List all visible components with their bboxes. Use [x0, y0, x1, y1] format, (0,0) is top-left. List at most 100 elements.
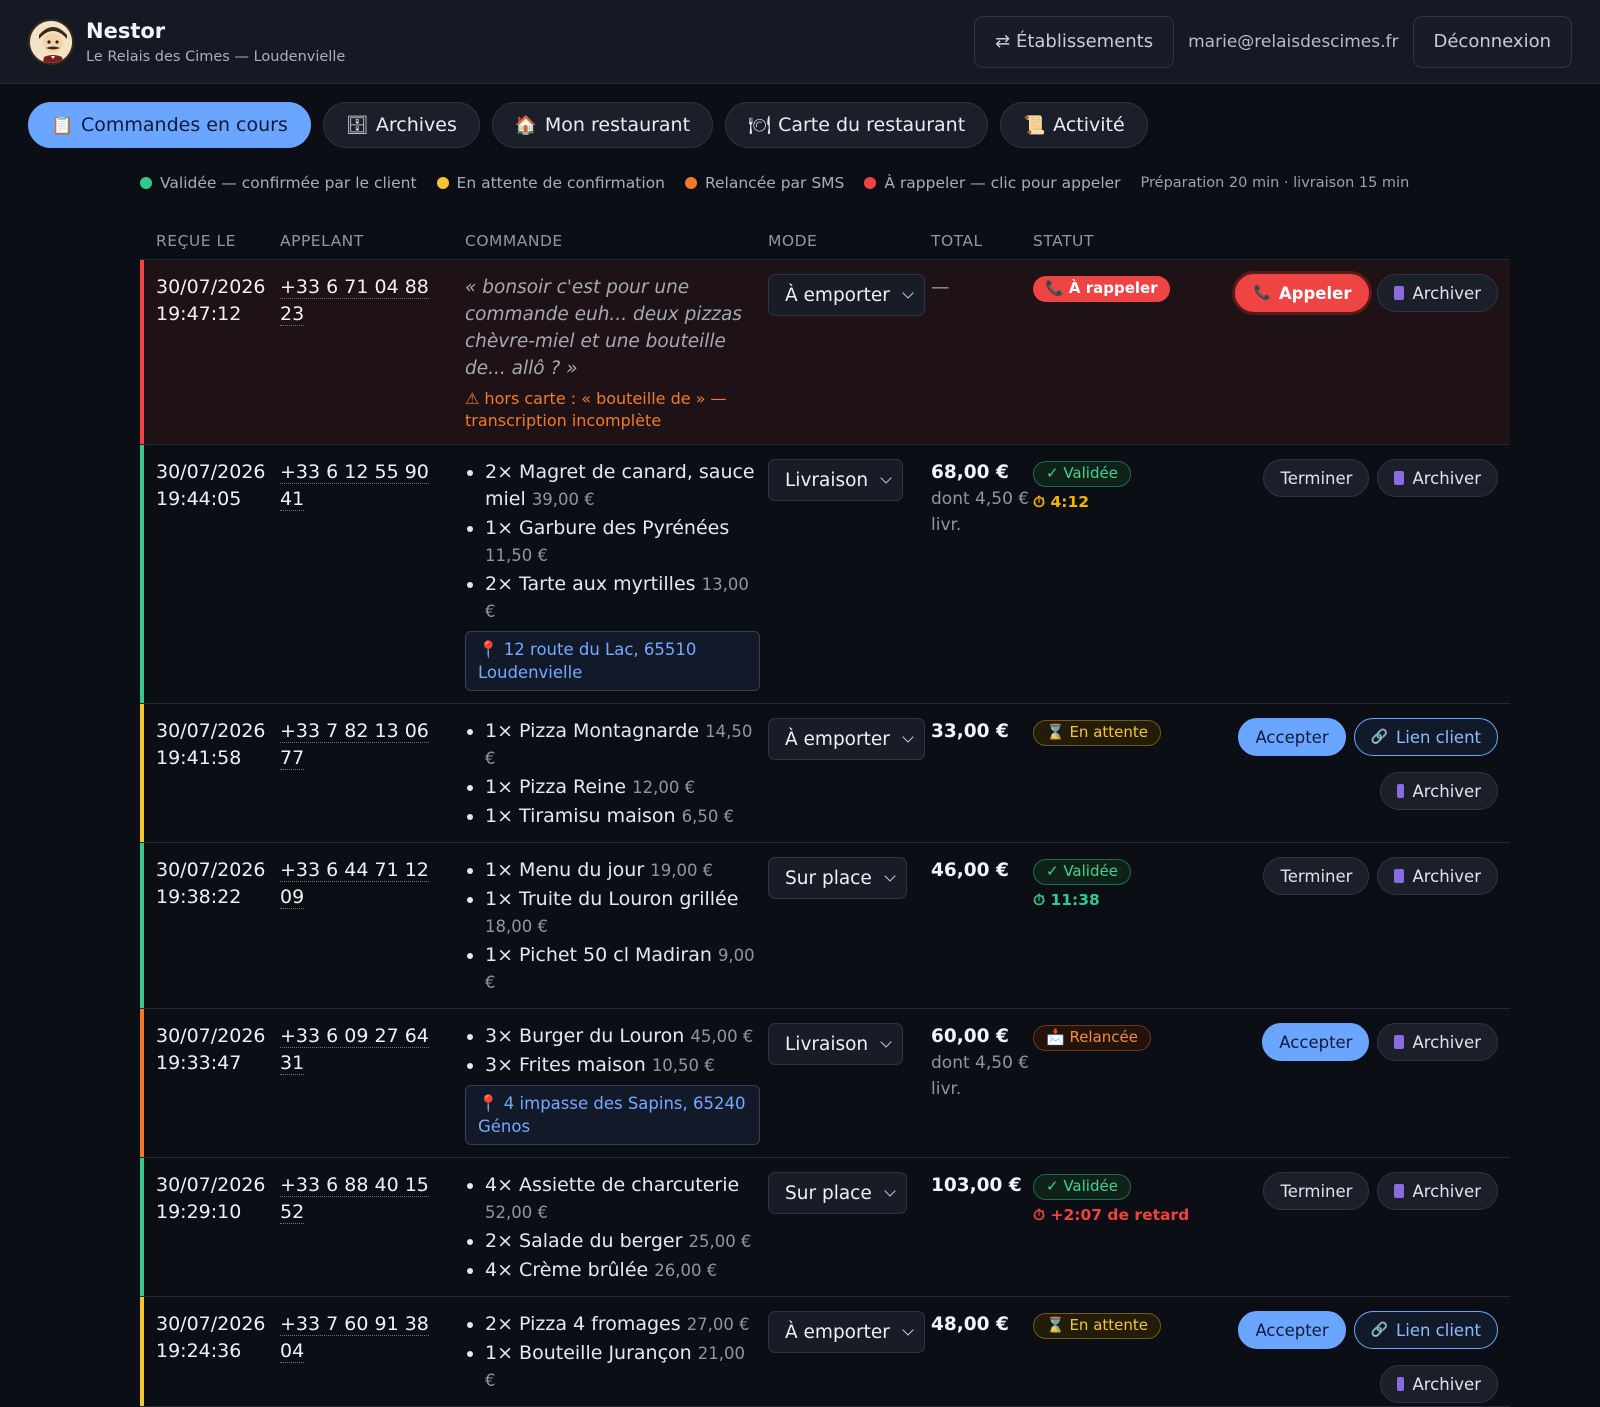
archive-button[interactable]: Archiver: [1377, 857, 1498, 895]
archive-button[interactable]: Archiver: [1377, 1172, 1498, 1210]
archive-button[interactable]: Archiver: [1380, 772, 1498, 810]
total-cell: 46,00 €: [931, 857, 1033, 1008]
tab-label: Archives: [375, 114, 457, 136]
accept-button[interactable]: Accepter: [1238, 1311, 1346, 1349]
mode-value: À emporter: [785, 284, 890, 306]
delivery-address[interactable]: 📍 12 route du Lac, 65510 Loudenvielle: [465, 631, 760, 691]
button-label: Terminer: [1280, 468, 1353, 488]
status-badge: ⌛ En attente: [1033, 719, 1161, 746]
finish-button[interactable]: Terminer: [1263, 459, 1370, 497]
mode-select[interactable]: À emporter: [768, 718, 925, 760]
order-total: 33,00 €: [931, 721, 1009, 742]
button-label: Archiver: [1412, 866, 1481, 886]
table-row: 30/07/2026 19:38:22 +33 6 44 71 12 09 1× Me…: [140, 843, 1510, 1009]
off-menu-warning: ⚠ hors carte : « bouteille de » — transc…: [465, 389, 727, 430]
item-text: 3× Frites maison: [485, 1054, 646, 1076]
mode-value: Sur place: [785, 1182, 872, 1204]
list-item: 2× Magret de canard, sauce miel 39,00 €: [465, 459, 760, 513]
tab-archive[interactable]: 🗄 Archives: [322, 102, 480, 148]
delivery-address[interactable]: 📍 4 impasse des Sapins, 65240 Génos: [465, 1085, 760, 1145]
status-badge: 📩 Relancée: [1033, 1024, 1151, 1051]
delivery-fee: dont 4,50 € livr.: [931, 489, 1030, 535]
received-date: 30/07/2026: [156, 859, 266, 881]
status-cell: ✓ Validée ⏱ +2:07 de retard: [1033, 1172, 1223, 1296]
tab-scroll[interactable]: 📜 Activité: [1000, 102, 1148, 148]
status-bar: [140, 1009, 144, 1157]
chevron-down-icon: [880, 1035, 892, 1048]
call-button[interactable]: 📞 Appeler: [1235, 274, 1370, 312]
archive-button[interactable]: Archiver: [1380, 1365, 1498, 1403]
mode-select[interactable]: Sur place: [768, 1172, 907, 1214]
caller-phone[interactable]: +33 6 44 71 12 09: [280, 859, 429, 909]
archive-button[interactable]: Archiver: [1377, 1023, 1498, 1061]
logout-button[interactable]: Déconnexion: [1412, 15, 1572, 68]
actions-cell: Accepter 🔗 Lien client Archiver: [1223, 718, 1510, 842]
received-cell: 30/07/2026 19:47:12: [140, 274, 270, 444]
mode-select[interactable]: Livraison: [768, 1023, 904, 1065]
order-items: 2× Magret de canard, sauce miel 39,00 €1…: [465, 459, 760, 625]
link-icon: 🔗: [1370, 729, 1389, 745]
received-date: 30/07/2026: [156, 1174, 266, 1196]
mode-cell: Livraison: [768, 459, 931, 703]
archive-icon: [1394, 1184, 1405, 1198]
status-bar: [140, 843, 144, 1008]
archive-button[interactable]: Archiver: [1377, 459, 1498, 497]
establishments-button[interactable]: ⇄ Établissements: [974, 15, 1175, 68]
caller-phone[interactable]: +33 7 60 91 38 04: [280, 1313, 429, 1363]
preparation-timer: ⏱ +2:07 de retard: [1033, 1205, 1190, 1224]
button-label: Accepter: [1255, 1320, 1329, 1340]
status-bar: [140, 260, 144, 444]
caller-phone[interactable]: +33 6 12 55 90 41: [280, 461, 429, 511]
order-items: 3× Burger du Louron 45,00 € 3× Frites mai…: [465, 1023, 760, 1079]
chevron-down-icon: [902, 730, 914, 743]
mode-select[interactable]: À emporter: [768, 1311, 925, 1353]
item-text: 1× Truite du Louron grillée: [485, 888, 739, 910]
archive-icon: [1394, 1035, 1405, 1049]
button-label: Terminer: [1280, 1181, 1353, 1201]
caller-cell: +33 6 09 27 64 31: [270, 1023, 455, 1157]
finish-button[interactable]: Terminer: [1263, 857, 1370, 895]
tab-current-orders[interactable]: 📋 Commandes en cours: [28, 102, 311, 148]
tab-house[interactable]: 🏠 Mon restaurant: [491, 102, 714, 148]
status-badge: ✓ Validée: [1033, 460, 1131, 487]
mode-value: Sur place: [785, 867, 872, 889]
actions-cell: Terminer Archiver: [1223, 1172, 1510, 1296]
order-cell: 1× Pizza Montagnarde 14,50 €1× Pizza Rei…: [455, 718, 768, 842]
accept-button[interactable]: Accepter: [1262, 1023, 1370, 1061]
mode-select[interactable]: Sur place: [768, 857, 907, 899]
caller-phone[interactable]: +33 6 09 27 64 31: [280, 1025, 429, 1075]
top-bar: Nestor Le Relais des Cimes — Loudenviell…: [0, 0, 1600, 84]
item-text: 1× Pichet 50 cl Madiran: [485, 944, 712, 966]
caller-phone[interactable]: +33 6 71 04 88 23: [280, 276, 429, 326]
item-price: 18,00 €: [485, 917, 548, 936]
order-items: 1× Menu du jour 19,00 € 1× Truite du Lour…: [465, 857, 760, 996]
list-item: 3× Burger du Louron 45,00 €: [465, 1023, 760, 1050]
client-link-button[interactable]: 🔗 Lien client: [1353, 718, 1498, 756]
item-price: 39,00 €: [531, 490, 595, 509]
caller-cell: +33 6 88 40 15 52: [270, 1172, 455, 1296]
caller-phone[interactable]: +33 7 82 13 06 77: [280, 720, 429, 770]
total-cell: 60,00 € dont 4,50 € livr.: [931, 1023, 1033, 1157]
archive-button[interactable]: Archiver: [1377, 274, 1498, 312]
accept-button[interactable]: Accepter: [1238, 718, 1346, 756]
item-text: 3× Burger du Louron: [485, 1025, 685, 1047]
actions-cell: Terminer Archiver: [1223, 459, 1510, 703]
table-row: 30/07/2026 19:41:58 +33 7 82 13 06 77 1× Pi…: [140, 704, 1510, 843]
tab-plate[interactable]: 🍽 Carte du restaurant: [725, 102, 989, 148]
item-text: 1× Menu du jour: [485, 859, 645, 881]
caller-phone[interactable]: +33 6 88 40 15 52: [280, 1174, 429, 1224]
client-link-button[interactable]: 🔗 Lien client: [1353, 1311, 1498, 1349]
mode-select[interactable]: À emporter: [768, 274, 925, 316]
status-dot: [140, 177, 152, 189]
legend-label: Validée — confirmée par le client: [160, 174, 417, 192]
mode-value: À emporter: [785, 728, 890, 750]
list-item: 1× Menu du jour 19,00 €: [465, 857, 760, 884]
main-tabs: 📋 Commandes en cours 🗄 Archives 🏠 Mon restaur…: [0, 84, 1600, 148]
item-price: 19,00 €: [650, 861, 714, 880]
list-item: 1× Pizza Montagnarde 14,50 €: [465, 718, 760, 772]
order-cell: 4× Assiette de charcuterie 52,00 €2× Sal…: [455, 1172, 768, 1296]
finish-button[interactable]: Terminer: [1263, 1172, 1370, 1210]
mode-select[interactable]: Livraison: [768, 459, 904, 501]
item-text: 1× Pizza Montagnarde: [485, 720, 700, 742]
item-text: 1× Tiramisu maison: [485, 805, 676, 827]
